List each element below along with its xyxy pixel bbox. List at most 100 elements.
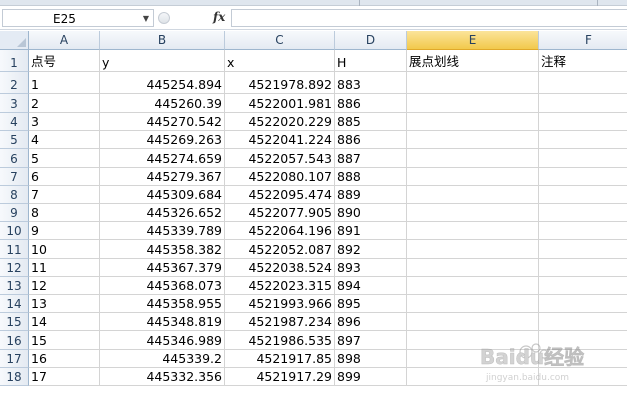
cell-e18[interactable] [407, 368, 539, 386]
cell-e2[interactable] [407, 72, 539, 94]
row-header-2[interactable]: 2 [0, 72, 29, 94]
row-header-11[interactable]: 11 [0, 240, 29, 259]
column-header-f[interactable]: F [539, 31, 627, 50]
cell-b18[interactable]: 445332.356 [100, 368, 225, 386]
cell-c1[interactable]: x [225, 50, 335, 72]
cell-a7[interactable]: 6 [29, 168, 100, 186]
cell-f9[interactable] [539, 204, 627, 222]
cell-a6[interactable]: 5 [29, 149, 100, 168]
resize-grip-icon[interactable] [158, 12, 170, 24]
cell-d17[interactable]: 898 [335, 350, 407, 368]
cell-e9[interactable] [407, 204, 539, 222]
cell-b1[interactable]: y [100, 50, 225, 72]
cell-d10[interactable]: 891 [335, 222, 407, 240]
cell-c14[interactable]: 4521993.966 [225, 295, 335, 313]
cell-c11[interactable]: 4522052.087 [225, 240, 335, 259]
insert-function-icon[interactable]: fx [213, 9, 225, 25]
cell-b2[interactable]: 445254.894 [100, 72, 225, 94]
cell-c2[interactable]: 4521978.892 [225, 72, 335, 94]
cell-e6[interactable] [407, 149, 539, 168]
cell-b7[interactable]: 445279.367 [100, 168, 225, 186]
cell-f18[interactable] [539, 368, 627, 386]
column-header-b[interactable]: B [100, 31, 225, 50]
cell-c4[interactable]: 4522020.229 [225, 113, 335, 131]
name-box[interactable]: E25 ▼ [2, 9, 154, 27]
cell-f17[interactable] [539, 350, 627, 368]
cell-b9[interactable]: 445326.652 [100, 204, 225, 222]
select-all-button[interactable] [0, 31, 29, 50]
row-header-1[interactable]: 1 [0, 50, 29, 72]
cell-c6[interactable]: 4522057.543 [225, 149, 335, 168]
cell-c5[interactable]: 4522041.224 [225, 131, 335, 149]
cell-a15[interactable]: 14 [29, 313, 100, 331]
cell-a10[interactable]: 9 [29, 222, 100, 240]
cell-f16[interactable] [539, 331, 627, 350]
cell-e14[interactable] [407, 295, 539, 313]
cell-d2[interactable]: 883 [335, 72, 407, 94]
cell-b4[interactable]: 445270.542 [100, 113, 225, 131]
cell-c16[interactable]: 4521986.535 [225, 331, 335, 350]
cell-e15[interactable] [407, 313, 539, 331]
row-header-12[interactable]: 12 [0, 259, 29, 277]
cell-d18[interactable]: 899 [335, 368, 407, 386]
cell-d14[interactable]: 895 [335, 295, 407, 313]
cell-c10[interactable]: 4522064.196 [225, 222, 335, 240]
cell-c13[interactable]: 4522023.315 [225, 277, 335, 295]
cell-e13[interactable] [407, 277, 539, 295]
cell-c8[interactable]: 4522095.474 [225, 186, 335, 204]
column-header-c[interactable]: C [225, 31, 335, 50]
cell-d16[interactable]: 897 [335, 331, 407, 350]
row-header-3[interactable]: 3 [0, 94, 29, 113]
cell-b6[interactable]: 445274.659 [100, 149, 225, 168]
cell-b5[interactable]: 445269.263 [100, 131, 225, 149]
row-header-13[interactable]: 13 [0, 277, 29, 295]
column-header-e[interactable]: E [407, 31, 539, 50]
cell-c18[interactable]: 4521917.29 [225, 368, 335, 386]
cell-b16[interactable]: 445346.989 [100, 331, 225, 350]
cell-f13[interactable] [539, 277, 627, 295]
cell-c12[interactable]: 4522038.524 [225, 259, 335, 277]
cell-a3[interactable]: 2 [29, 94, 100, 113]
cell-a12[interactable]: 11 [29, 259, 100, 277]
row-header-4[interactable]: 4 [0, 113, 29, 131]
cell-f8[interactable] [539, 186, 627, 204]
formula-input[interactable] [231, 9, 627, 27]
cell-d12[interactable]: 893 [335, 259, 407, 277]
cell-a17[interactable]: 16 [29, 350, 100, 368]
cell-a2[interactable]: 1 [29, 72, 100, 94]
cell-f4[interactable] [539, 113, 627, 131]
cell-b14[interactable]: 445358.955 [100, 295, 225, 313]
cell-d1[interactable]: H [335, 50, 407, 72]
cell-c9[interactable]: 4522077.905 [225, 204, 335, 222]
cell-a8[interactable]: 7 [29, 186, 100, 204]
cell-d9[interactable]: 890 [335, 204, 407, 222]
row-header-16[interactable]: 16 [0, 331, 29, 350]
cell-e1[interactable]: 展点划线 [407, 50, 539, 72]
cell-b10[interactable]: 445339.789 [100, 222, 225, 240]
cell-f12[interactable] [539, 259, 627, 277]
cell-e3[interactable] [407, 94, 539, 113]
cell-a5[interactable]: 4 [29, 131, 100, 149]
cell-e5[interactable] [407, 131, 539, 149]
cell-a4[interactable]: 3 [29, 113, 100, 131]
cell-e16[interactable] [407, 331, 539, 350]
row-header-10[interactable]: 10 [0, 222, 29, 240]
chevron-down-icon[interactable]: ▼ [143, 11, 149, 27]
cell-f6[interactable] [539, 149, 627, 168]
cell-f1[interactable]: 注释 [539, 50, 627, 72]
row-header-15[interactable]: 15 [0, 313, 29, 331]
cell-d4[interactable]: 885 [335, 113, 407, 131]
cell-f5[interactable] [539, 131, 627, 149]
cell-a16[interactable]: 15 [29, 331, 100, 350]
row-header-5[interactable]: 5 [0, 131, 29, 149]
cell-d7[interactable]: 888 [335, 168, 407, 186]
cell-d3[interactable]: 886 [335, 94, 407, 113]
cell-a9[interactable]: 8 [29, 204, 100, 222]
cell-e11[interactable] [407, 240, 539, 259]
cell-d13[interactable]: 894 [335, 277, 407, 295]
cell-b15[interactable]: 445348.819 [100, 313, 225, 331]
cell-a11[interactable]: 10 [29, 240, 100, 259]
cell-e17[interactable] [407, 350, 539, 368]
cell-b11[interactable]: 445358.382 [100, 240, 225, 259]
row-header-14[interactable]: 14 [0, 295, 29, 313]
